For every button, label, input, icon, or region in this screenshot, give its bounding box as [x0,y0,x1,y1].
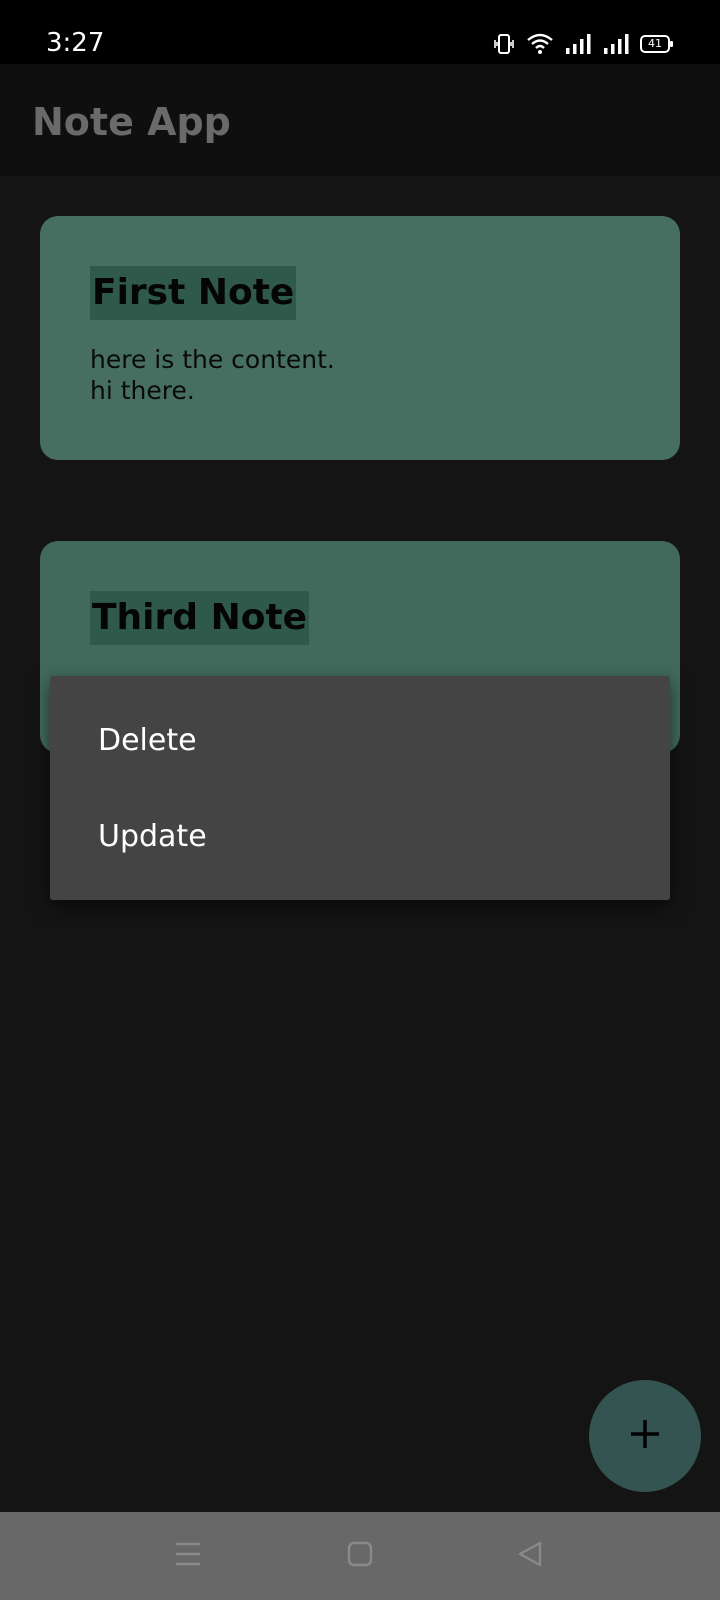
system-nav-bar [0,1512,720,1600]
home-button[interactable] [342,1538,378,1574]
status-bar: 3:27 41 [0,0,720,64]
signal-icon [602,32,630,56]
context-menu: Delete Update [50,676,670,900]
app-bar: Note App [0,64,720,176]
status-time: 3:27 [46,28,105,58]
signal-icon [564,32,592,56]
battery-icon: 41 [640,34,674,54]
note-content: here is the content. hi there. [90,345,335,405]
plus-icon [627,1416,663,1457]
status-icons: 41 [492,32,674,56]
home-icon [347,1541,373,1572]
menu-icon [174,1541,202,1572]
battery-level: 41 [648,37,662,50]
add-note-button[interactable] [589,1380,701,1492]
wifi-icon [526,32,554,56]
note-card[interactable]: First Note here is the content. hi there… [40,216,680,460]
note-title: Third Note [90,591,310,645]
note-title: First Note [90,266,297,320]
vibrate-icon [492,32,516,56]
back-button[interactable] [512,1538,548,1574]
app-title: Note App [32,100,231,144]
recent-apps-button[interactable] [170,1538,206,1574]
back-icon [516,1540,544,1573]
update-menu-item[interactable]: Update [50,788,670,884]
delete-menu-item[interactable]: Delete [50,692,670,788]
